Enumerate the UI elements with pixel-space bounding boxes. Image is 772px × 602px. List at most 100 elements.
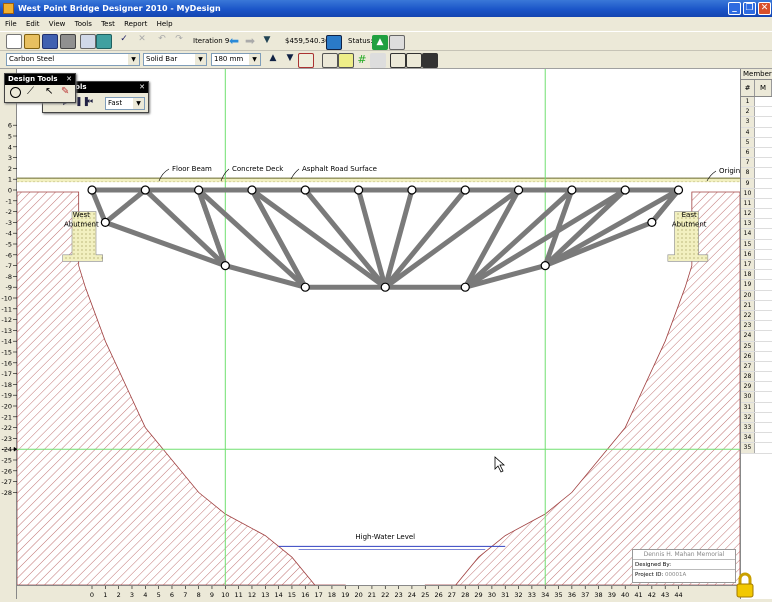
member-number-cell: 3 (741, 117, 755, 127)
member-table-rows: 1 2 3 4 5 6 7 8 9 10 11 12 13 14 15 16 17 18 19 20 21 22 23 24 2… (741, 97, 772, 454)
table-row[interactable]: 17 (741, 260, 772, 271)
joint-tool-icon[interactable] (10, 87, 21, 98)
close-icon[interactable]: ✕ (66, 74, 72, 85)
table-row[interactable]: 33 (741, 423, 772, 434)
material-select[interactable]: Carbon Steel ▼ (6, 53, 140, 66)
truss-joint (194, 185, 204, 195)
close-icon[interactable]: ✕ (139, 82, 145, 93)
member-number-column[interactable]: # (741, 80, 755, 96)
table-row[interactable]: 16 (741, 249, 772, 260)
menu-help[interactable]: Help (157, 20, 173, 28)
section-select[interactable]: Solid Bar ▼ (143, 53, 207, 66)
table-row[interactable]: 10 (741, 188, 772, 199)
table-row[interactable]: 2 (741, 107, 772, 118)
spell-check-icon[interactable]: ✓ (116, 34, 132, 49)
table-row[interactable]: 11 (741, 198, 772, 210)
member-number-cell: 1 (741, 97, 755, 107)
table-row[interactable]: 4 (741, 127, 772, 138)
table-row[interactable]: 32 (741, 412, 772, 423)
select-tool-icon[interactable]: ↖ (45, 86, 53, 97)
eraser-tool-icon[interactable]: ✎ (61, 86, 69, 97)
table-row[interactable]: 29 (741, 382, 772, 393)
table-row[interactable]: 1 (741, 97, 772, 108)
print-icon[interactable] (60, 34, 76, 49)
table-row[interactable]: 12 (741, 209, 772, 220)
table-row[interactable]: 34 (741, 433, 772, 444)
member-list-table[interactable]: Member L # M 123456789101112131415161718… (740, 69, 772, 599)
table-row[interactable]: 28 (741, 372, 772, 383)
west-abutment-label: West (73, 211, 90, 219)
redo-icon[interactable]: ↷ (171, 34, 187, 49)
table-row[interactable]: 15 (741, 239, 772, 250)
ruler-tick-label: 21 (368, 591, 376, 599)
menu-test[interactable]: Test (101, 20, 115, 28)
table-row[interactable]: 14 (741, 229, 772, 240)
menu-file[interactable]: File (5, 20, 17, 28)
material-column[interactable]: M (755, 80, 772, 96)
bridge-drawing-canvas[interactable]: High-Water Level Floor Beam Concrete Deck A… (17, 69, 740, 585)
grid-table-icon[interactable] (389, 35, 405, 50)
member-list-icon[interactable] (298, 53, 314, 68)
report-icon[interactable] (96, 34, 112, 49)
member-number-cell: 18 (741, 270, 755, 280)
table-row[interactable]: 9 (741, 178, 772, 189)
member-number-cell: 26 (741, 351, 755, 361)
table-row[interactable]: 31 (741, 402, 772, 413)
speed-select[interactable]: Fast ▼ (105, 97, 145, 110)
medium-grid-icon[interactable] (406, 53, 422, 68)
decrease-size-icon[interactable]: ▼ (282, 53, 298, 68)
new-file-icon[interactable] (6, 34, 22, 49)
cost-calculator-icon[interactable] (326, 35, 342, 50)
close-button[interactable]: ✕ (758, 2, 771, 15)
lock-icon[interactable] (734, 572, 756, 598)
undo-icon[interactable]: ↶ (154, 34, 170, 49)
table-row[interactable]: 7 (741, 158, 772, 169)
table-row[interactable]: 18 (741, 270, 772, 281)
table-row[interactable]: 25 (741, 341, 772, 352)
title-block-icon[interactable] (338, 53, 354, 68)
back-arrow-icon[interactable]: ⬅ (226, 35, 242, 50)
iteration-dropdown-icon[interactable]: ▼ (259, 35, 275, 50)
forward-arrow-icon[interactable]: ➡ (242, 35, 258, 50)
table-row[interactable]: 27 (741, 361, 772, 373)
table-row[interactable]: 21 (741, 300, 772, 311)
table-row[interactable]: 22 (741, 310, 772, 322)
table-row[interactable]: 30 (741, 392, 772, 403)
table-row[interactable]: 5 (741, 137, 772, 148)
table-row[interactable]: 3 (741, 117, 772, 128)
coarse-grid-icon[interactable] (390, 53, 406, 68)
minimize-button[interactable]: _ (728, 2, 741, 15)
menu-edit[interactable]: Edit (26, 20, 40, 28)
table-row[interactable]: 23 (741, 321, 772, 332)
table-row[interactable]: 13 (741, 219, 772, 230)
delete-icon[interactable]: ✕ (134, 34, 150, 49)
menu-tools[interactable]: Tools (75, 20, 92, 28)
rewind-icon[interactable]: ⏮ (85, 97, 93, 107)
rulers-icon[interactable] (322, 53, 338, 68)
ruler-tick-label: 42 (648, 591, 656, 599)
save-icon[interactable] (42, 34, 58, 49)
size-select[interactable]: 180 mm ▼ (211, 53, 261, 66)
menu-report[interactable]: Report (124, 20, 147, 28)
table-row[interactable]: 19 (741, 280, 772, 291)
increase-size-icon[interactable]: ▲ (265, 53, 281, 68)
table-row[interactable]: 26 (741, 351, 772, 362)
guides-icon[interactable]: # (354, 53, 370, 68)
open-folder-icon[interactable] (24, 34, 40, 49)
fine-grid-icon[interactable] (422, 53, 438, 68)
truss-joint (513, 185, 524, 195)
ruler-tick-label: -5 (6, 241, 12, 249)
member-tool-icon[interactable]: ⟋ (27, 86, 34, 97)
load-test-icon[interactable] (80, 34, 96, 49)
table-row[interactable]: 20 (741, 290, 772, 301)
ruler-tick-label: -18 (1, 381, 12, 389)
menu-view[interactable]: View (49, 20, 66, 28)
table-row[interactable]: 35 (741, 443, 772, 454)
ruler-tick-label: -1 (6, 197, 12, 205)
ruler-tick-label: 43 (661, 591, 669, 599)
table-row[interactable]: 6 (741, 147, 772, 159)
table-row[interactable]: 8 (741, 168, 772, 179)
table-row[interactable]: 24 (741, 331, 772, 342)
templates-icon[interactable] (370, 53, 386, 68)
restore-button[interactable]: ❐ (743, 2, 756, 15)
